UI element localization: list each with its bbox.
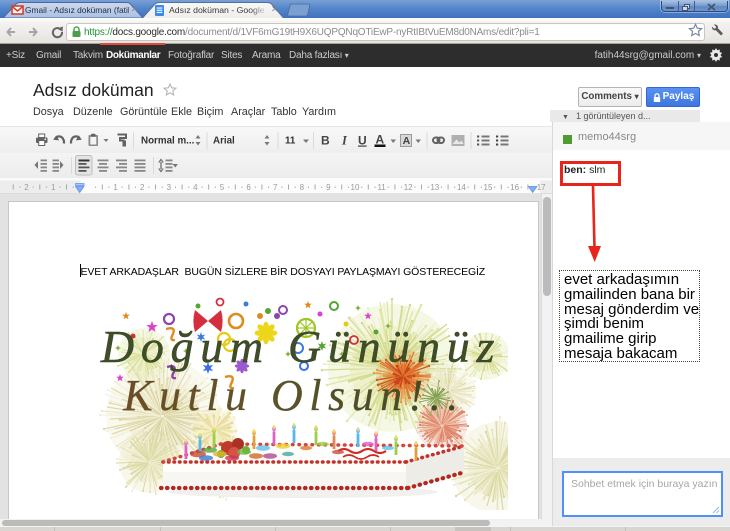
svg-text:9: 9 xyxy=(326,183,331,192)
svg-text:3: 3 xyxy=(167,183,172,192)
svg-text:8: 8 xyxy=(300,183,305,192)
svg-text:17: 17 xyxy=(537,183,546,192)
svg-text:7: 7 xyxy=(273,183,278,192)
svg-text:10: 10 xyxy=(351,183,360,192)
svg-text:Arial: Arial xyxy=(213,136,235,147)
svg-text:6: 6 xyxy=(246,183,251,192)
svg-text:12: 12 xyxy=(404,183,413,192)
svg-text:U: U xyxy=(358,134,367,148)
svg-text:Doğum Gününüz: Doğum Gününüz xyxy=(100,321,501,372)
svg-text:2: 2 xyxy=(24,183,29,192)
svg-text:11: 11 xyxy=(377,183,386,192)
svg-text:14: 14 xyxy=(457,183,466,192)
svg-text:A: A xyxy=(376,133,385,147)
svg-text:11: 11 xyxy=(285,136,296,147)
svg-text:Normal m...: Normal m... xyxy=(141,136,195,147)
svg-text:15: 15 xyxy=(484,183,493,192)
svg-text:A: A xyxy=(403,135,411,147)
svg-text:Kutlu Olsun!..: Kutlu Olsun!.. xyxy=(122,371,465,420)
svg-text:5: 5 xyxy=(220,183,225,192)
svg-text:1: 1 xyxy=(51,183,56,192)
svg-text:2: 2 xyxy=(140,183,145,192)
svg-text:1: 1 xyxy=(113,183,118,192)
svg-text:16: 16 xyxy=(510,183,519,192)
svg-text:I: I xyxy=(341,134,348,148)
svg-text:13: 13 xyxy=(430,183,439,192)
svg-text:4: 4 xyxy=(193,183,198,192)
svg-text:B: B xyxy=(321,134,330,148)
